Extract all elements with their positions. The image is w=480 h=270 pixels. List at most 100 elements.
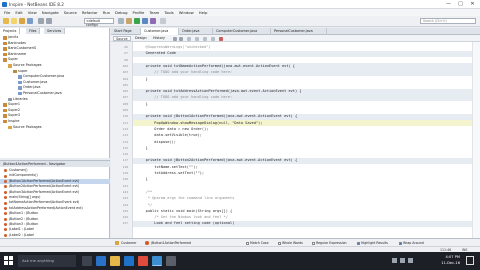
code-line[interactable]: } <box>137 102 148 106</box>
menu-profile[interactable]: Profile <box>133 10 145 15</box>
redo-icon[interactable] <box>46 18 52 24</box>
windows-start-icon[interactable] <box>4 256 13 265</box>
tab-design[interactable]: Design <box>133 36 149 41</box>
cortana-search-input[interactable]: Ask me anything <box>18 255 76 267</box>
volume-icon[interactable] <box>400 258 405 263</box>
menu-debug[interactable]: Debug <box>115 10 128 15</box>
match-case-checkbox[interactable] <box>246 241 249 245</box>
undo-icon[interactable] <box>38 18 44 24</box>
netbeans-taskbar-icon[interactable] <box>152 256 162 266</box>
build-hammer-icon[interactable] <box>118 18 124 24</box>
taskbar-time[interactable]: 4:07 PM <box>430 255 460 259</box>
run-project-icon[interactable] <box>134 18 140 24</box>
menu-refactor[interactable]: Refactor <box>82 10 98 15</box>
tree-item-label: Source Packages <box>13 124 42 129</box>
store-icon[interactable] <box>124 256 134 266</box>
stop-macro-icon[interactable] <box>219 36 223 41</box>
save-all-icon[interactable] <box>27 18 33 24</box>
menu-window[interactable]: Window <box>179 10 194 15</box>
debug-project-icon[interactable] <box>142 18 148 24</box>
code-line[interactable]: * @param args the command line arguments <box>137 196 235 200</box>
tab-files[interactable]: Files <box>26 28 41 34</box>
task-view-icon[interactable] <box>82 256 92 266</box>
menu-help[interactable]: Help <box>199 10 208 15</box>
code-line[interactable]: } <box>137 146 148 150</box>
code-line[interactable]: txtName.setText(""); <box>137 165 197 169</box>
taskbar-date[interactable]: 11-Dec-16 <box>430 261 460 265</box>
wrap-around-checkbox[interactable] <box>399 241 402 245</box>
tree-item[interactable]: Source Packages <box>0 125 110 131</box>
file-explorer-icon[interactable] <box>110 256 120 266</box>
open-project-icon[interactable] <box>19 18 25 24</box>
toggle-bookmark-icon[interactable] <box>195 36 199 41</box>
code-line[interactable]: Look and feel setting code (optional) <box>137 221 234 225</box>
code-line[interactable]: public static void main(String args[]) { <box>137 209 233 213</box>
java-file-icon <box>18 86 22 90</box>
code-line[interactable]: private void jButton2ActionPerformed(jav… <box>137 158 297 162</box>
find-icon[interactable] <box>187 36 191 41</box>
menu-edit[interactable]: Edit <box>15 10 22 15</box>
code-line[interactable]: @SuppressWarnings("unchecked") <box>137 45 211 49</box>
code-line[interactable]: Order data = new Order(); <box>137 127 208 131</box>
memory-indicator-icon[interactable] <box>160 18 166 24</box>
code-line[interactable]: dispose(); <box>137 140 176 144</box>
notifications-icon[interactable] <box>466 256 474 265</box>
maximize-button[interactable]: □ <box>456 1 465 8</box>
code-line[interactable]: PopUpWindow.showMessageDialog(null, "Dat… <box>137 121 262 125</box>
tab-services[interactable]: Services <box>44 28 66 34</box>
network-icon[interactable] <box>392 258 397 263</box>
highlight-results-checkbox[interactable] <box>357 241 360 245</box>
menu-team[interactable]: Team <box>149 10 159 15</box>
tab-history[interactable]: History <box>151 36 167 41</box>
forward-icon[interactable] <box>179 36 183 41</box>
search-input[interactable]: Search (Ctrl+I) <box>420 18 476 24</box>
battery-icon[interactable] <box>408 258 413 263</box>
shift-left-icon[interactable] <box>203 36 207 41</box>
tree-item-label: PersonalCustomer.java <box>23 90 62 95</box>
tab-projects[interactable]: Projects <box>0 28 21 34</box>
whole-words-checkbox[interactable] <box>278 241 281 245</box>
close-button[interactable]: ✕ <box>468 1 477 8</box>
code-line[interactable]: txtAddress.setText(""); <box>137 171 204 175</box>
code-line[interactable]: private void jButton1ActionPerformed(jav… <box>137 114 297 118</box>
shift-right-icon[interactable] <box>211 36 215 41</box>
chrome-icon[interactable] <box>138 256 148 266</box>
back-icon[interactable] <box>173 36 177 41</box>
code-editor[interactable]: 66 67 68 102 103 104 105 106 107 108 109 110 111 112 1… <box>111 42 480 238</box>
code-line[interactable]: } <box>137 177 148 181</box>
configuration-select[interactable]: <default config> <box>84 18 114 27</box>
menu-file[interactable]: File <box>4 10 10 15</box>
new-file-icon[interactable] <box>11 18 17 24</box>
menu-view[interactable]: View <box>28 10 37 15</box>
app-icon[interactable] <box>166 256 176 266</box>
code-line[interactable]: // TODO add your handling code here: <box>137 95 232 99</box>
code-line[interactable]: data.setVisible(true); <box>137 133 202 137</box>
folder-icon <box>8 64 12 68</box>
code-line[interactable]: // TODO add your handling code here: <box>137 70 232 74</box>
tab-personalcustomer-java[interactable]: PersonalCustomer.java <box>271 28 327 35</box>
code-line[interactable]: private void txtNameActionPerformed(java… <box>137 64 295 68</box>
menu-source[interactable]: Source <box>64 10 77 15</box>
menu-run[interactable]: Run <box>103 10 110 15</box>
clean-build-icon[interactable] <box>126 18 132 24</box>
tab-source[interactable]: Source <box>113 36 131 41</box>
edge-browser-icon[interactable] <box>96 256 106 266</box>
regular-expression-checkbox[interactable] <box>312 241 315 245</box>
code-line[interactable]: private void txtAddressActionPerformed(j… <box>137 89 302 93</box>
code-line[interactable]: } <box>137 77 148 81</box>
minimize-button[interactable]: — <box>444 1 453 8</box>
new-project-icon[interactable] <box>3 18 9 24</box>
tab-order-java[interactable]: Order.java <box>179 28 213 35</box>
code-line[interactable]: /** <box>137 190 153 194</box>
code-line[interactable]: Generated Code <box>137 51 176 55</box>
tab-start-page[interactable]: Start Page <box>111 28 141 35</box>
profile-project-icon[interactable] <box>150 18 156 24</box>
menu-tools[interactable]: Tools <box>164 10 173 15</box>
code-line[interactable]: */ <box>137 203 152 207</box>
code-line[interactable]: /* Set the Nimbus look and feel */ <box>137 215 228 219</box>
menu-navigate[interactable]: Navigate <box>42 10 59 15</box>
tab-customer-java[interactable]: Customer.java <box>141 28 179 35</box>
line-number: 104 <box>122 76 128 81</box>
toolbar: <default config> Search (Ctrl+I) <box>0 16 480 27</box>
tab-computercustomer-java[interactable]: ComputerCustomer.java <box>213 28 271 35</box>
